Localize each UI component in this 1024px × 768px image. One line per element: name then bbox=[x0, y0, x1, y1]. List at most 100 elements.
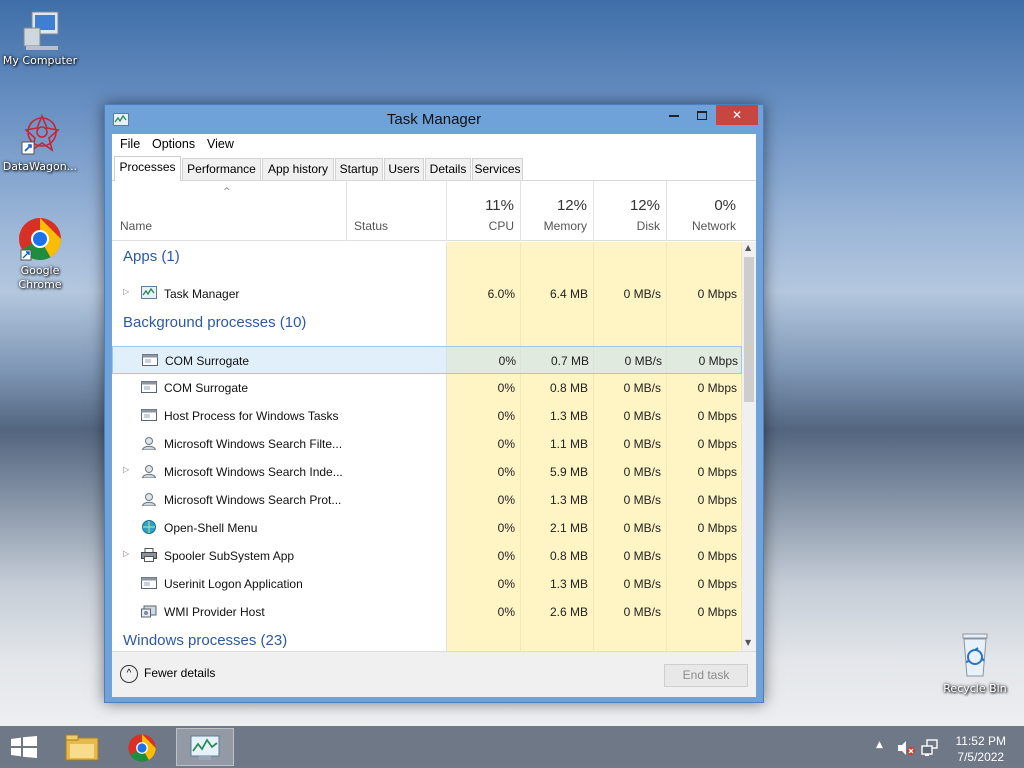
process-row[interactable]: COM Surrogate 0% 0.7 MB 0 MB/s 0 Mbps bbox=[112, 346, 742, 374]
process-name: Userinit Logon Application bbox=[164, 577, 303, 591]
process-list: Apps (1) ▷ Task Manager 6.0% 6.4 MB 0 MB/s 0 … bbox=[112, 242, 756, 651]
tab-app-history[interactable]: App history bbox=[262, 158, 334, 180]
datawagon-icon bbox=[21, 113, 60, 155]
process-cpu: 0% bbox=[497, 493, 515, 507]
maximize-button[interactable] bbox=[688, 105, 716, 125]
scroll-up-icon[interactable]: ▲ bbox=[745, 243, 751, 252]
tab-details[interactable]: Details bbox=[425, 158, 471, 180]
column-status-label: Status bbox=[354, 219, 389, 233]
process-cpu: 0% bbox=[497, 465, 515, 479]
process-cpu: 0% bbox=[497, 521, 515, 535]
vertical-scrollbar[interactable]: ▲ ▼ bbox=[742, 242, 756, 651]
process-row[interactable]: ▷ Microsoft Windows Search Inde... 0% 5.9 M… bbox=[112, 458, 742, 486]
chrome-icon bbox=[19, 218, 62, 261]
process-row[interactable]: WMI Provider Host 0% 2.6 MB 0 MB/s 0 Mbps bbox=[112, 598, 742, 626]
cpu-total-percent: 11% bbox=[485, 197, 514, 214]
process-disk: 0 MB/s bbox=[623, 521, 661, 535]
process-row[interactable]: Open-Shell Menu 0% 2.1 MB 0 MB/s 0 Mbps bbox=[112, 514, 742, 542]
desktop-icon-my-computer[interactable]: My Computer bbox=[0, 8, 80, 68]
process-memory: 6.4 MB bbox=[549, 287, 588, 301]
start-button[interactable] bbox=[0, 728, 48, 766]
group-header-windows: Windows processes (23) bbox=[123, 632, 288, 649]
group-header-apps: Apps (1) bbox=[123, 248, 180, 265]
process-network: 0 Mbps bbox=[697, 437, 737, 451]
memory-total-percent: 12% bbox=[556, 197, 587, 214]
fewer-details-label: Fewer details bbox=[144, 666, 216, 681]
computer-icon bbox=[23, 11, 59, 50]
tab-performance[interactable]: Performance bbox=[182, 158, 261, 180]
column-network-label: Network bbox=[691, 219, 736, 233]
desktop-icon-label: Recycle Bin bbox=[943, 682, 1007, 695]
end-task-button[interactable]: End task bbox=[664, 664, 748, 687]
network-icon[interactable] bbox=[921, 739, 939, 757]
column-name[interactable]: ^ Name bbox=[112, 181, 347, 241]
process-disk: 0 MB/s bbox=[623, 465, 661, 479]
close-button[interactable]: ✕ bbox=[716, 105, 758, 125]
process-name: Task Manager bbox=[164, 287, 240, 301]
process-disk: 0 MB/s bbox=[623, 605, 661, 619]
column-cpu[interactable]: 11% CPU bbox=[447, 181, 521, 241]
taskbar-chrome[interactable] bbox=[116, 728, 170, 766]
column-memory[interactable]: 12% Memory bbox=[521, 181, 594, 241]
process-network: 0 Mbps bbox=[697, 549, 737, 563]
process-name: COM Surrogate bbox=[165, 354, 250, 368]
desktop-icon-google-chrome[interactable]: Google Chrome bbox=[0, 216, 80, 292]
menu-file[interactable]: File bbox=[120, 137, 140, 151]
scrollbar-thumb[interactable] bbox=[744, 257, 754, 402]
group-header-background: Background processes (10) bbox=[123, 314, 307, 331]
process-row[interactable]: Microsoft Windows Search Prot... 0% 1.3 MB… bbox=[112, 486, 742, 514]
desktop-icon-label: Google Chrome bbox=[18, 264, 62, 291]
process-network: 0 Mbps bbox=[697, 605, 737, 619]
process-name: WMI Provider Host bbox=[164, 605, 265, 619]
folder-icon bbox=[65, 734, 99, 761]
column-disk[interactable]: 12% Disk bbox=[594, 181, 667, 241]
desktop-icon-datawagon[interactable]: DataWagon... bbox=[0, 112, 80, 174]
process-network: 0 Mbps bbox=[697, 521, 737, 535]
tab-processes[interactable]: Processes bbox=[114, 156, 181, 181]
column-status[interactable]: Status bbox=[347, 181, 447, 241]
process-network: 0 Mbps bbox=[697, 381, 737, 395]
tray-clock[interactable]: 11:52 PM 7/5/2022 bbox=[956, 733, 1006, 765]
process-window-icon bbox=[141, 577, 157, 589]
process-memory: 1.1 MB bbox=[549, 437, 588, 451]
task-manager-icon bbox=[190, 735, 220, 760]
process-row[interactable]: Microsoft Windows Search Filte... 0% 1.1 M… bbox=[112, 430, 742, 458]
desktop-icon-label: My Computer bbox=[2, 54, 78, 67]
process-memory: 2.6 MB bbox=[549, 605, 588, 619]
process-row[interactable]: COM Surrogate 0% 0.8 MB 0 MB/s 0 Mbps bbox=[112, 374, 742, 402]
process-row[interactable]: Host Process for Windows Tasks 0% 1.3 MB 0 … bbox=[112, 402, 742, 430]
title-bar[interactable]: Task Manager ✕ bbox=[105, 105, 763, 134]
process-disk: 0 MB/s bbox=[623, 381, 661, 395]
process-row[interactable]: Userinit Logon Application 0% 1.3 MB 0 MB/s… bbox=[112, 570, 742, 598]
expand-arrow-icon[interactable]: ▷ bbox=[123, 465, 129, 474]
search-user-icon bbox=[141, 493, 157, 506]
process-cpu: 0% bbox=[497, 409, 515, 423]
column-disk-label: Disk bbox=[636, 219, 660, 233]
process-disk: 0 MB/s bbox=[623, 409, 661, 423]
expand-arrow-icon[interactable]: ▷ bbox=[123, 549, 129, 558]
volume-muted-icon[interactable] bbox=[897, 740, 915, 756]
taskbar-file-explorer[interactable] bbox=[56, 728, 110, 766]
process-cpu: 0% bbox=[497, 437, 515, 451]
task-manager-window[interactable]: Task Manager ✕ File Options View Process… bbox=[104, 104, 764, 703]
process-cpu: 0% bbox=[498, 354, 516, 368]
taskbar-task-manager[interactable] bbox=[176, 728, 234, 766]
tab-services[interactable]: Services bbox=[472, 158, 523, 180]
column-network[interactable]: 0% Network bbox=[667, 181, 742, 241]
tab-users[interactable]: Users bbox=[384, 158, 424, 180]
desktop-icon-recycle-bin[interactable]: Recycle Bin bbox=[935, 630, 1015, 696]
menu-options[interactable]: Options bbox=[152, 137, 195, 151]
tab-startup[interactable]: Startup bbox=[335, 158, 383, 180]
fewer-details-button[interactable]: ^ Fewer details bbox=[120, 665, 215, 683]
chevron-up-icon: ^ bbox=[120, 665, 138, 683]
process-row[interactable]: ▷ Spooler SubSystem App 0% 0.8 MB 0 MB/s 0 Mb… bbox=[112, 542, 742, 570]
minimize-button[interactable] bbox=[660, 105, 688, 125]
menu-view[interactable]: View bbox=[207, 137, 234, 151]
task-manager-icon bbox=[141, 286, 157, 299]
process-name: Microsoft Windows Search Prot... bbox=[164, 493, 342, 507]
show-hidden-icons[interactable]: ▲ bbox=[876, 740, 883, 750]
process-row[interactable]: ▷ Task Manager 6.0% 6.4 MB 0 MB/s 0 Mbps bbox=[112, 280, 742, 308]
expand-arrow-icon[interactable]: ▷ bbox=[123, 287, 129, 296]
scroll-down-icon[interactable]: ▼ bbox=[745, 638, 751, 647]
printer-icon bbox=[141, 548, 157, 562]
